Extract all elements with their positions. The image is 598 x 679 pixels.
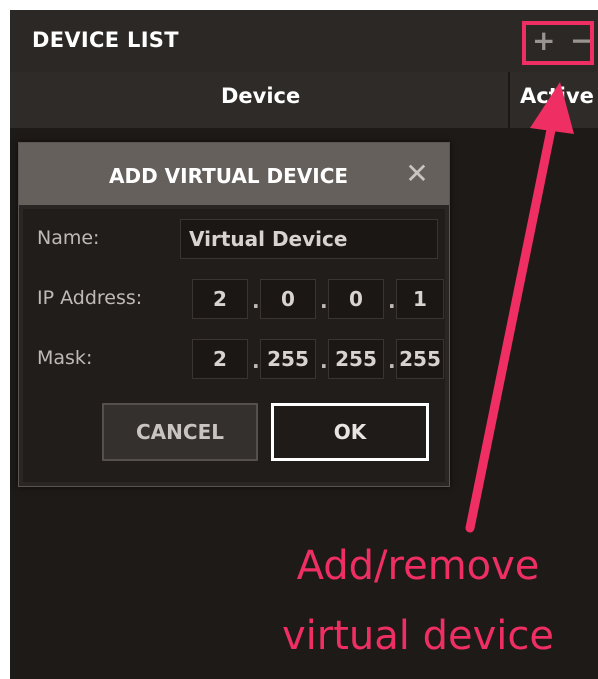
- ip-octet-1-field[interactable]: 2: [192, 279, 248, 319]
- ip-separator: .: [388, 289, 396, 313]
- add-virtual-device-dialog: ADD VIRTUAL DEVICE ✕ Name: Virtual Devic…: [18, 142, 450, 487]
- mask-octet-2-field[interactable]: 255: [260, 339, 316, 379]
- ip-separator: .: [252, 289, 260, 313]
- add-remove-highlight: [522, 21, 594, 65]
- mask-label: Mask:: [37, 347, 93, 369]
- name-label: Name:: [37, 227, 100, 249]
- mask-octet-4-field[interactable]: 255: [396, 339, 444, 379]
- annotation-text-line2: virtual device: [282, 613, 554, 659]
- ip-octet-2-field[interactable]: 0: [260, 279, 316, 319]
- ip-separator: .: [320, 289, 328, 313]
- mask-separator: .: [320, 349, 328, 373]
- name-field[interactable]: Virtual Device: [180, 219, 438, 259]
- device-list-title: DEVICE LIST: [32, 28, 179, 52]
- dialog-title: ADD VIRTUAL DEVICE: [109, 164, 349, 188]
- close-icon[interactable]: ✕: [402, 157, 432, 191]
- ip-octet-4-field[interactable]: 1: [396, 279, 444, 319]
- mask-octet-3-field[interactable]: 255: [328, 339, 384, 379]
- annotation-text-line1: Add/remove: [296, 543, 540, 589]
- dialog-header: ADD VIRTUAL DEVICE ✕: [19, 143, 449, 205]
- ip-octet-3-field[interactable]: 0: [328, 279, 384, 319]
- device-list-titlebar: DEVICE LIST + −: [10, 10, 598, 72]
- mask-octet-1-field[interactable]: 2: [192, 339, 248, 379]
- cancel-button[interactable]: CANCEL: [102, 403, 258, 461]
- mask-separator: .: [388, 349, 396, 373]
- ok-button[interactable]: OK: [271, 403, 429, 461]
- column-header-active[interactable]: Active: [520, 84, 594, 108]
- column-divider[interactable]: [508, 72, 510, 128]
- ip-address-label: IP Address:: [37, 287, 143, 309]
- column-header-device[interactable]: Device: [221, 84, 300, 108]
- mask-separator: .: [252, 349, 260, 373]
